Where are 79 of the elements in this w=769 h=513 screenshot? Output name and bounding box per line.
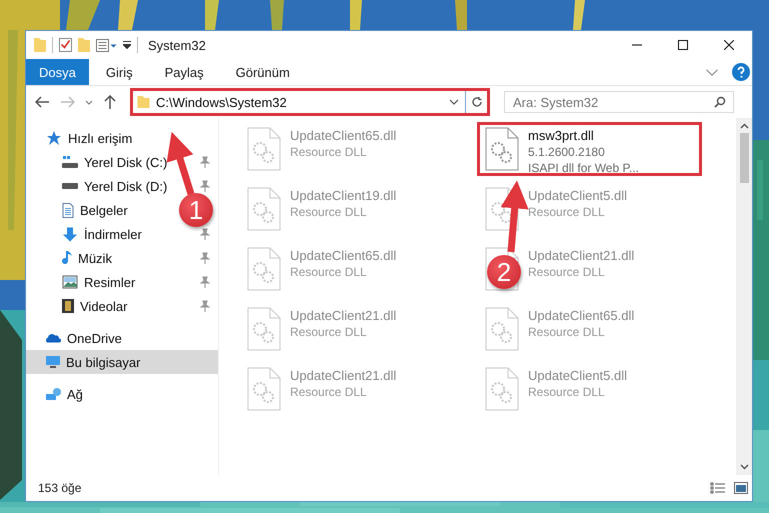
file-detail: ISAPI dll for Web P... <box>528 160 639 176</box>
dll-file-icon <box>484 127 520 171</box>
music-note-icon <box>62 250 72 266</box>
address-bar[interactable]: C:\Windows\System32 <box>130 88 490 116</box>
file-detail: Resource DLL <box>528 204 606 220</box>
file-detail: Resource DLL <box>528 324 606 340</box>
nav-item[interactable]: Yerel Disk (D:) <box>62 176 168 196</box>
dll-file-icon <box>246 307 282 351</box>
window-title: System32 <box>148 38 206 52</box>
nav-item[interactable]: Müzik <box>62 248 112 268</box>
details-view-icon[interactable] <box>710 482 726 494</box>
customize-caret-icon[interactable] <box>123 41 131 49</box>
file-detail: Resource DLL <box>528 384 606 400</box>
back-arrow-icon <box>35 96 49 108</box>
minimize-icon <box>632 44 642 46</box>
checkbox-icon[interactable] <box>59 38 72 52</box>
file-detail: Resource DLL <box>290 324 368 340</box>
pin-icon[interactable] <box>200 276 210 288</box>
chevron-down-icon[interactable] <box>706 68 718 76</box>
folder-icon <box>137 96 150 108</box>
item-count: 153 öğe <box>38 481 82 495</box>
pin-icon[interactable] <box>200 228 210 240</box>
nav-item[interactable]: Resimler <box>62 272 136 292</box>
maximize-icon <box>678 40 688 50</box>
search-field[interactable]: Ara: System32 <box>504 91 734 113</box>
drive-icon <box>62 156 78 168</box>
caret-icon <box>85 100 93 104</box>
file-detail: 5.1.2600.2180 <box>528 144 606 160</box>
pin-icon[interactable] <box>200 180 210 192</box>
dll-file-icon <box>246 247 282 291</box>
ribbon-tab[interactable]: Paylaş <box>150 59 219 85</box>
drive-icon <box>62 183 78 189</box>
properties-icon[interactable] <box>96 38 117 52</box>
dll-file-icon <box>246 187 282 231</box>
nav-item[interactable]: Yerel Disk (C:) <box>62 152 168 172</box>
scrollbar-thumb[interactable] <box>740 133 748 183</box>
cloud-icon <box>46 334 61 342</box>
scroll-up-icon[interactable] <box>740 123 748 129</box>
file-detail: Resource DLL <box>290 264 368 280</box>
file-detail: Resource DLL <box>290 144 368 160</box>
download-arrow-icon <box>62 226 78 242</box>
ribbon-tab[interactable]: Giriş <box>90 59 148 85</box>
close-icon <box>724 40 734 50</box>
dll-file-icon <box>484 367 520 411</box>
nav-item[interactable]: Hızlı erişim <box>26 126 218 150</box>
dll-file-icon <box>484 307 520 351</box>
network-icon <box>46 388 61 400</box>
nav-item[interactable]: Belgeler <box>62 200 128 220</box>
computer-icon <box>46 356 60 368</box>
pin-icon[interactable] <box>200 252 210 264</box>
star-icon <box>46 130 62 146</box>
file-name[interactable]: msw3prt.dll <box>528 128 639 144</box>
ribbon-tab[interactable]: Görünüm <box>220 59 305 85</box>
film-icon <box>62 299 74 313</box>
scroll-down-icon[interactable] <box>740 464 748 470</box>
dropdown-caret-icon[interactable] <box>449 99 459 105</box>
nav-item[interactable]: Bu bilgisayar <box>26 350 218 374</box>
image-icon <box>62 275 78 289</box>
dll-file-icon <box>246 127 282 171</box>
up-arrow-icon <box>104 95 116 109</box>
callout-arrow <box>166 132 194 196</box>
nav-item[interactable]: Ağ <box>26 382 218 406</box>
large-icons-view-icon[interactable] <box>734 482 748 494</box>
forward-arrow-icon <box>61 96 75 108</box>
nav-item[interactable]: Videolar <box>62 296 128 316</box>
document-icon <box>62 202 74 218</box>
refresh-icon <box>470 96 482 108</box>
nav-item[interactable]: OneDrive <box>26 326 218 350</box>
search-icon[interactable] <box>714 96 726 108</box>
help-icon[interactable] <box>732 63 750 81</box>
nav-item[interactable]: İndirmeler <box>62 224 142 244</box>
pin-icon[interactable] <box>200 156 210 168</box>
pin-icon[interactable] <box>200 300 210 312</box>
scrollbar[interactable] <box>736 118 752 475</box>
file-detail: Resource DLL <box>290 204 368 220</box>
file-detail: Resource DLL <box>528 264 606 280</box>
ribbon-tab[interactable]: Dosya <box>26 59 89 85</box>
file-detail: Resource DLL <box>290 384 368 400</box>
dll-file-icon <box>246 367 282 411</box>
